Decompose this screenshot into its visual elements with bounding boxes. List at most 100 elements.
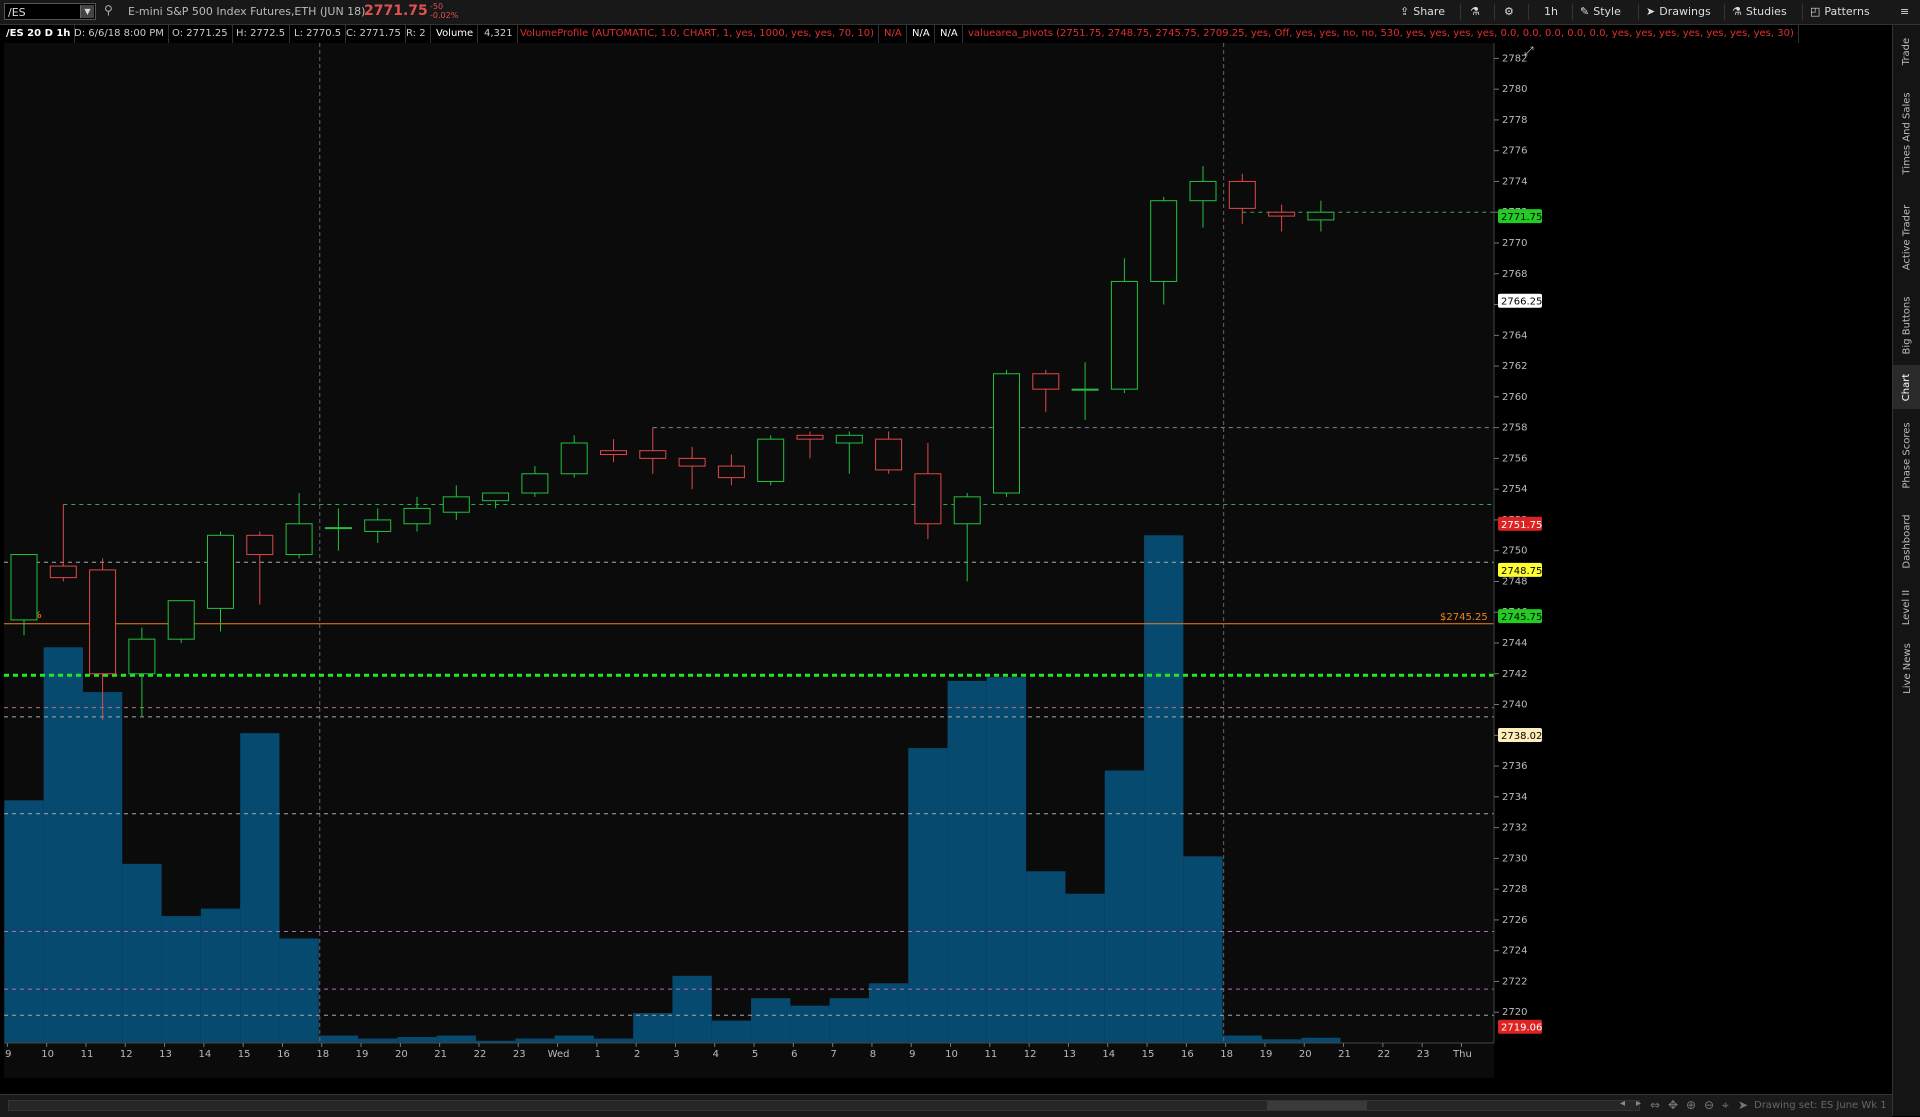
volume-study-label[interactable]: Volume <box>432 25 479 43</box>
time-tick-label: 22 <box>474 1049 487 1060</box>
pan-icon[interactable]: ✥ <box>1668 1098 1678 1112</box>
tab-times-and-sales-label: Times And Sales <box>1901 91 1913 175</box>
volume-bar <box>82 692 123 1043</box>
price-bubble-label: 2771.75 <box>1501 212 1542 223</box>
cursor-icon[interactable]: ➤ <box>1738 1098 1748 1112</box>
candle-body <box>560 442 588 475</box>
chart-id[interactable]: /ES 20 D 1h <box>2 25 76 43</box>
studies-button[interactable]: ⚗ Studies <box>1732 0 1787 24</box>
settings-button[interactable]: ⚙ <box>1504 0 1514 24</box>
expand-icon[interactable]: ⇔ <box>1650 1098 1660 1112</box>
tab-dashboard[interactable]: Dashboard <box>1893 501 1920 581</box>
price-chart[interactable]: $2745.2561.8%272027222724272627282730273… <box>4 43 1836 1078</box>
zoom-in-icon[interactable]: ⊕ <box>1686 1098 1696 1112</box>
price-bubble-label: 2719.06 <box>1501 1023 1542 1034</box>
scrollbar-thumb[interactable] <box>1267 1101 1367 1110</box>
share-button[interactable]: ⇪ Share <box>1400 0 1445 24</box>
volume-bar <box>672 975 712 1043</box>
volume-bar <box>397 1037 437 1043</box>
status-bar: ◂ ▸ ⇔ ✥ ⊕ ⊖ ⌖ ➤ Drawing set: ES June Wk … <box>0 1094 1892 1117</box>
flask-icon: ⚗ <box>1732 5 1742 18</box>
price-tick-label: 2748 <box>1502 576 1527 587</box>
tab-chart[interactable]: Chart <box>1893 365 1920 409</box>
scroll-right-icon[interactable]: ▸ <box>1636 1098 1641 1109</box>
time-tick-label: 15 <box>1142 1049 1155 1060</box>
volume-bar <box>908 748 948 1043</box>
tab-times-and-sales[interactable]: Times And Sales <box>1893 77 1920 189</box>
link-icon[interactable]: ⚲ <box>104 3 113 17</box>
cursor-icon: ➤ <box>1646 5 1656 18</box>
tab-phase-scores[interactable]: Phase Scores <box>1893 409 1920 501</box>
tab-live-news-label: Live News <box>1901 642 1913 694</box>
time-tick-label: 9 <box>909 1049 915 1060</box>
time-tick-label: 8 <box>870 1049 876 1060</box>
volume-bar <box>318 1035 359 1043</box>
chevron-down-icon[interactable]: ▼ <box>80 5 94 18</box>
price-tick-label: 2760 <box>1502 392 1527 403</box>
time-tick-label: 7 <box>830 1049 836 1060</box>
price-tick-label: 2730 <box>1502 853 1527 864</box>
flask-button[interactable]: ⚗ <box>1470 0 1480 24</box>
candle-body <box>403 507 431 525</box>
zoom-out-icon[interactable]: ⊖ <box>1704 1098 1714 1112</box>
candle-body <box>1110 280 1138 390</box>
price-tick-label: 2734 <box>1502 792 1527 803</box>
time-tick-label: 11 <box>81 1049 94 1060</box>
candle-body <box>717 465 745 479</box>
share-label: Share <box>1413 5 1445 18</box>
drawings-button[interactable]: ➤ Drawings <box>1646 0 1711 24</box>
tab-trade[interactable]: Trade <box>1893 25 1920 77</box>
drawing-set-label: Drawing set: ES June Wk 1 <box>1754 1100 1887 1111</box>
volume-value: 4,321 <box>480 25 518 43</box>
price-tick-label: 2756 <box>1502 453 1527 464</box>
time-tick-label: 11 <box>984 1049 997 1060</box>
price-bubble-label: 2738.02 <box>1501 731 1542 742</box>
candle-body <box>1307 211 1335 221</box>
menu-button[interactable]: ≡ <box>1900 0 1909 24</box>
volume-bar <box>751 998 791 1043</box>
header-range: R: 2 <box>402 25 431 43</box>
time-tick-label: 1 <box>595 1049 601 1060</box>
style-button[interactable]: ✎ Style <box>1580 0 1621 24</box>
price-axis-background <box>1494 43 1836 1078</box>
price-tick-label: 2742 <box>1502 669 1527 680</box>
valuearea-pivots-study[interactable]: valuearea_pivots (2751.75, 2748.75, 2745… <box>964 25 1799 43</box>
price-tick-label: 2750 <box>1502 546 1527 557</box>
share-icon: ⇪ <box>1400 5 1410 18</box>
timeframe-button[interactable]: 1h <box>1544 0 1558 24</box>
price-tick-label: 2720 <box>1502 1007 1527 1018</box>
timeframe-label: 1h <box>1544 5 1558 18</box>
candle-body <box>285 523 313 556</box>
candle-body <box>914 473 942 525</box>
time-tick-label: 19 <box>1260 1049 1273 1060</box>
scroll-left-icon[interactable]: ◂ <box>1620 1098 1625 1109</box>
tab-level-ii[interactable]: Level II <box>1893 581 1920 633</box>
axis-expand-icon: ⤢ <box>1523 44 1534 58</box>
time-tick-label: 16 <box>277 1049 290 1060</box>
price-tick-label: 2768 <box>1502 269 1527 280</box>
patterns-button[interactable]: ◰ Patterns <box>1810 0 1870 24</box>
header-low: L: 2770.5 <box>290 25 347 43</box>
volume-bar <box>1104 770 1145 1043</box>
tab-active-trader-label: Active Trader <box>1901 204 1913 270</box>
tab-active-trader[interactable]: Active Trader <box>1893 189 1920 285</box>
tab-big-buttons[interactable]: Big Buttons <box>1893 285 1920 365</box>
price-tick-label: 2722 <box>1502 976 1527 987</box>
time-tick-label: Thu <box>1452 1049 1472 1060</box>
price-tick-label: 2732 <box>1502 823 1527 834</box>
volume-bar <box>279 938 319 1043</box>
chart-canvas[interactable]: $2745.2561.8%272027222724272627282730273… <box>4 43 1836 1078</box>
header-close: C: 2771.75 <box>342 25 406 43</box>
price-tick-label: 2736 <box>1502 761 1527 772</box>
tab-live-news[interactable]: Live News <box>1893 633 1920 703</box>
time-tick-label: 23 <box>513 1049 526 1060</box>
candle-body <box>364 519 392 532</box>
horizontal-scrollbar[interactable] <box>8 1100 1640 1111</box>
volume-profile-study[interactable]: VolumeProfile (AUTOMATIC, 1.0, CHART, 1,… <box>516 25 880 43</box>
volume-bar <box>986 677 1027 1043</box>
symbol-input[interactable]: /ES ▼ <box>4 3 96 20</box>
price-tick-label: 2764 <box>1502 330 1527 341</box>
crosshair-icon[interactable]: ⌖ <box>1722 1098 1729 1113</box>
flask-icon: ⚗ <box>1470 5 1480 18</box>
candle-body <box>128 638 156 675</box>
